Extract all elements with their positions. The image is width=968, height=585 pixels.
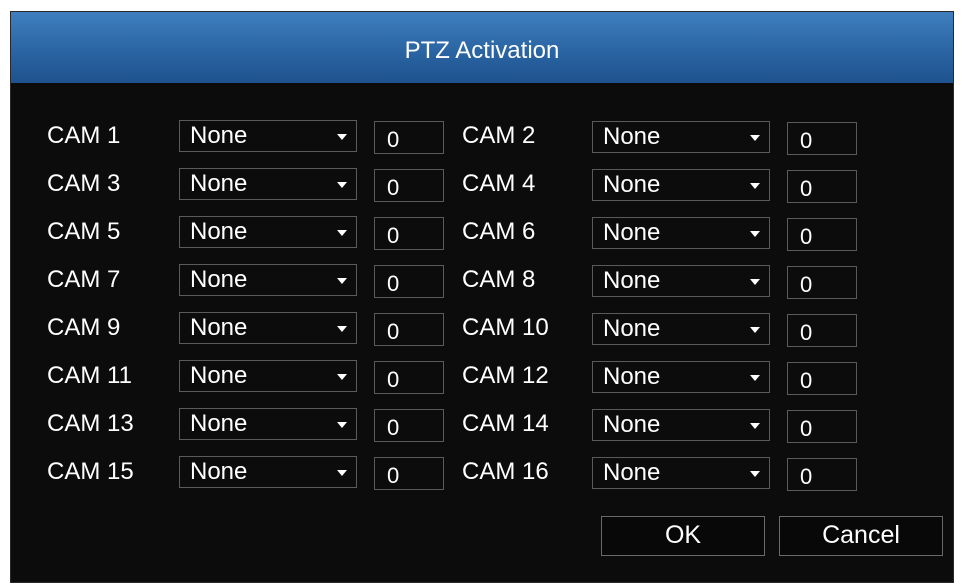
cam-2-value-field[interactable]: 0 <box>787 122 857 155</box>
cam-4-mode-select[interactable]: None <box>592 169 770 201</box>
cam-16-value-field[interactable]: 0 <box>787 458 857 491</box>
cam-2-mode-select[interactable]: None <box>592 121 770 153</box>
cam-8-mode-select[interactable]: None <box>592 265 770 297</box>
dropdown-arrow-icon <box>337 374 347 380</box>
cam-6-value-field[interactable]: 0 <box>787 218 857 251</box>
cam-2-mode-value: None <box>603 123 661 150</box>
dropdown-arrow-icon <box>337 230 347 236</box>
cam-16-mode-select[interactable]: None <box>592 457 770 489</box>
cam-11-mode-select[interactable]: None <box>179 360 357 392</box>
dropdown-arrow-icon <box>750 183 760 189</box>
cam-15-value-field[interactable]: 0 <box>374 457 444 490</box>
cam-7-mode-select[interactable]: None <box>179 264 357 296</box>
cam-9-mode-value: None <box>190 314 248 341</box>
cam-9-mode-select[interactable]: None <box>179 312 357 344</box>
cam-12-value-field[interactable]: 0 <box>787 362 857 395</box>
cam-9-label: CAM 9 <box>47 314 121 341</box>
cam-6-mode-select[interactable]: None <box>592 217 770 249</box>
cam-6-label: CAM 6 <box>462 218 536 245</box>
dropdown-arrow-icon <box>337 278 347 284</box>
cam-15-mode-select[interactable]: None <box>179 456 357 488</box>
cam-3-value-field[interactable]: 0 <box>374 169 444 202</box>
cam-3-mode-value: None <box>190 170 248 197</box>
cam-12-mode-value: None <box>603 363 661 390</box>
cam-11-label: CAM 11 <box>47 362 132 389</box>
cam-16-mode-value: None <box>603 459 661 486</box>
cam-7-label: CAM 7 <box>47 266 121 293</box>
cam-13-mode-value: None <box>190 410 248 437</box>
cam-16-label: CAM 16 <box>462 458 549 485</box>
dropdown-arrow-icon <box>337 470 347 476</box>
ptz-activation-dialog: PTZ Activation CAM 1 None 0 CAM 2 None 0… <box>10 11 954 583</box>
dropdown-arrow-icon <box>750 471 760 477</box>
dialog-title: PTZ Activation <box>404 37 560 64</box>
dropdown-arrow-icon <box>750 375 760 381</box>
cam-1-mode-select[interactable]: None <box>179 120 357 152</box>
dropdown-arrow-icon <box>750 279 760 285</box>
cam-5-label: CAM 5 <box>47 218 121 245</box>
cam-5-value-field[interactable]: 0 <box>374 217 444 250</box>
cam-8-label: CAM 8 <box>462 266 536 293</box>
cam-4-value-field[interactable]: 0 <box>787 170 857 203</box>
cam-7-value-field[interactable]: 0 <box>374 265 444 298</box>
cam-8-value-field[interactable]: 0 <box>787 266 857 299</box>
cam-5-mode-select[interactable]: None <box>179 216 357 248</box>
cam-13-mode-select[interactable]: None <box>179 408 357 440</box>
cam-15-label: CAM 15 <box>47 458 134 485</box>
dropdown-arrow-icon <box>750 135 760 141</box>
dropdown-arrow-icon <box>337 326 347 332</box>
dropdown-arrow-icon <box>750 423 760 429</box>
dropdown-arrow-icon <box>337 182 347 188</box>
cam-8-mode-value: None <box>603 267 661 294</box>
cam-14-mode-select[interactable]: None <box>592 409 770 441</box>
cam-1-value-field[interactable]: 0 <box>374 121 444 154</box>
cam-11-mode-value: None <box>190 362 248 389</box>
cam-6-mode-value: None <box>603 219 661 246</box>
ok-button[interactable]: OK <box>601 516 765 556</box>
dropdown-arrow-icon <box>337 422 347 428</box>
cam-14-value-field[interactable]: 0 <box>787 410 857 443</box>
cam-15-mode-value: None <box>190 458 248 485</box>
cam-11-value-field[interactable]: 0 <box>374 361 444 394</box>
dropdown-arrow-icon <box>750 327 760 333</box>
cam-7-mode-value: None <box>190 266 248 293</box>
cam-12-label: CAM 12 <box>462 362 549 389</box>
cam-3-label: CAM 3 <box>47 170 121 197</box>
cam-1-mode-value: None <box>190 122 248 149</box>
cam-13-value-field[interactable]: 0 <box>374 409 444 442</box>
dialog-titlebar: PTZ Activation <box>11 12 953 83</box>
cam-12-mode-select[interactable]: None <box>592 361 770 393</box>
cam-4-mode-value: None <box>603 171 661 198</box>
cam-5-mode-value: None <box>190 218 248 245</box>
cam-13-label: CAM 13 <box>47 410 134 437</box>
cam-2-label: CAM 2 <box>462 122 536 149</box>
dropdown-arrow-icon <box>750 231 760 237</box>
cam-9-value-field[interactable]: 0 <box>374 313 444 346</box>
cam-4-label: CAM 4 <box>462 170 536 197</box>
cam-14-mode-value: None <box>603 411 661 438</box>
cam-10-label: CAM 10 <box>462 314 549 341</box>
cam-3-mode-select[interactable]: None <box>179 168 357 200</box>
cancel-button[interactable]: Cancel <box>779 516 943 556</box>
cam-10-mode-select[interactable]: None <box>592 313 770 345</box>
cam-1-label: CAM 1 <box>47 122 121 149</box>
cam-10-value-field[interactable]: 0 <box>787 314 857 347</box>
cam-10-mode-value: None <box>603 315 661 342</box>
dropdown-arrow-icon <box>337 134 347 140</box>
cam-14-label: CAM 14 <box>462 410 549 437</box>
